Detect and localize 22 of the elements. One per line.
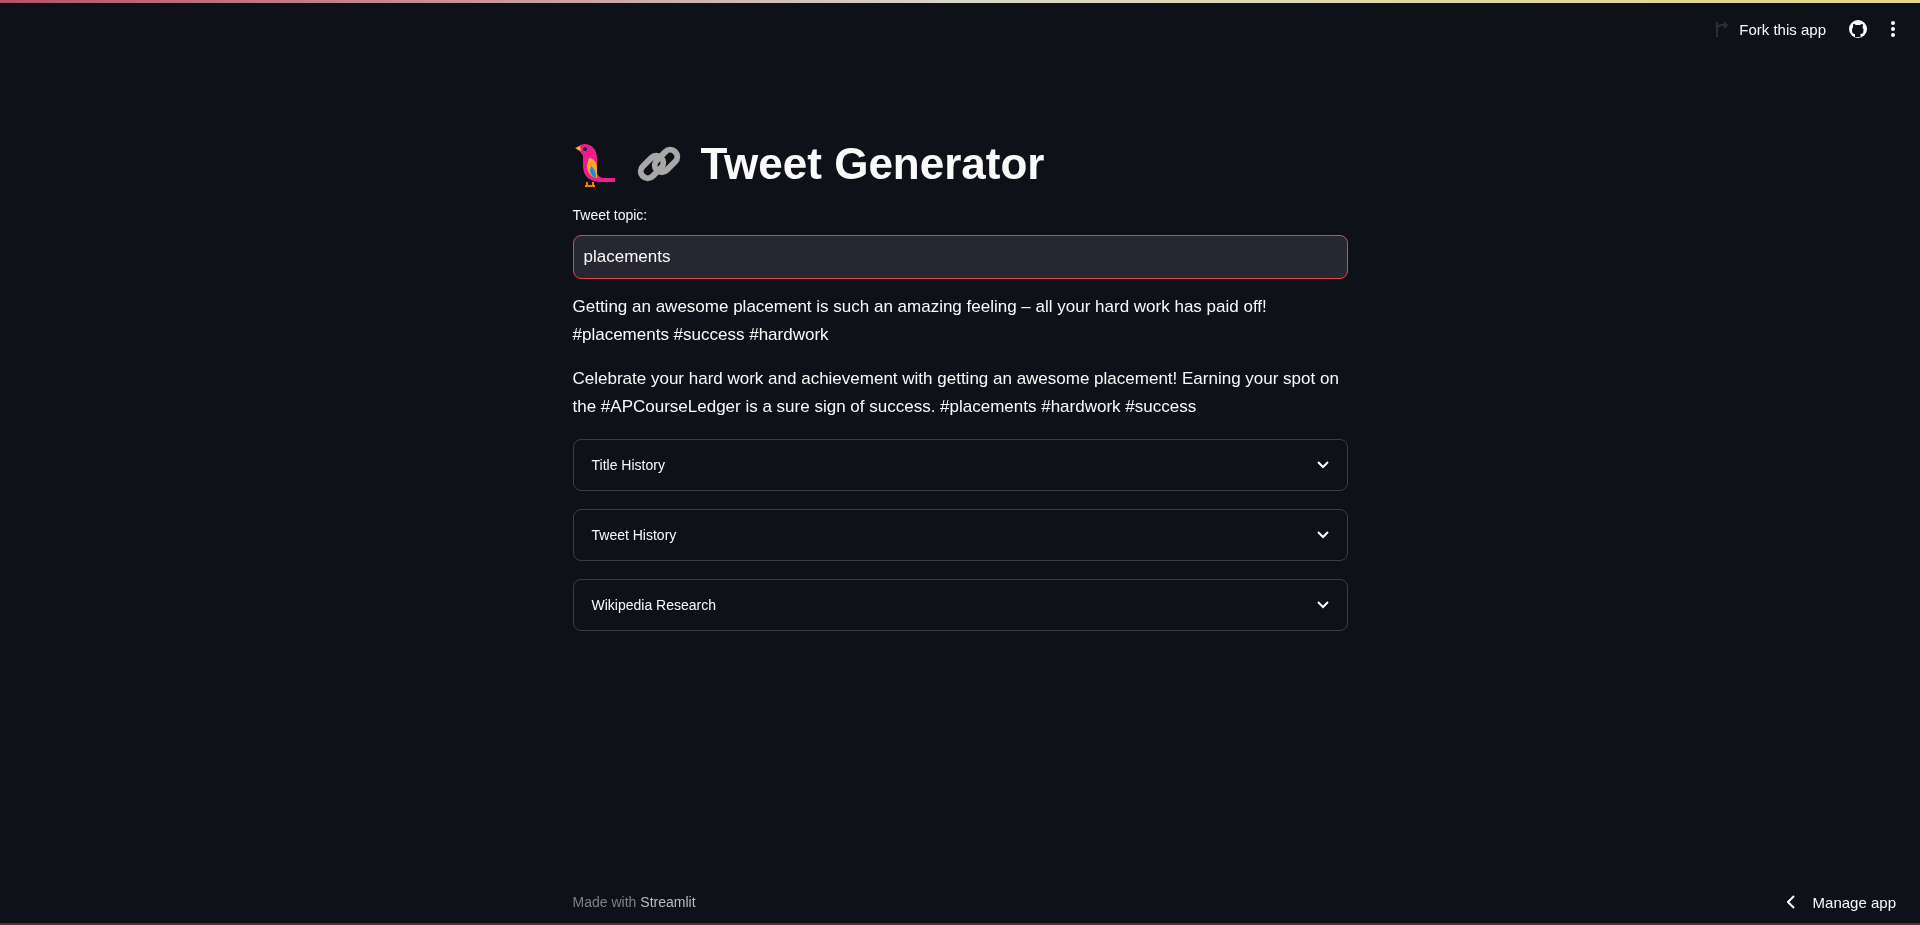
manage-app-button[interactable]: Manage app [1812,893,1896,911]
tweet-text: Celebrate your hard work and achievement with getting an awesome placement! Earning your spot on the #APCourseLedger is a sure sign of success. #placements #hardwork #success [572,368,1340,418]
chevron-icon [1316,461,1329,469]
expander-header[interactable]: Wikipedia Research [572,579,1348,631]
field-label: Tweet topic: [572,207,649,225]
expander-label: Wikipedia Research [591,597,716,613]
expander-header[interactable]: Title History [572,439,1348,491]
expander-label: Title History [591,457,665,473]
page-title: Tweet Generator [700,139,1045,189]
menu-icon[interactable] [1890,19,1896,39]
fork-icon [1713,20,1730,38]
fork-app-link[interactable]: Fork this app [1739,20,1826,38]
streamlit-link[interactable]: Streamlit [640,894,696,910]
topic-input[interactable]: placements [572,235,1348,279]
chevron-left-icon[interactable] [1786,895,1795,909]
expander-label: Tweet History [591,527,677,543]
tweet-text: Getting an awesome placement is such an amazing feeling – all your hard work has paid off! #placements #success #hardwork [572,296,1268,346]
chevron-icon [1316,531,1329,539]
chevron-icon [1316,601,1329,609]
made-with-text: Made with [572,894,637,910]
github-icon[interactable] [1848,19,1868,39]
expander-header[interactable]: Tweet History [572,509,1348,561]
